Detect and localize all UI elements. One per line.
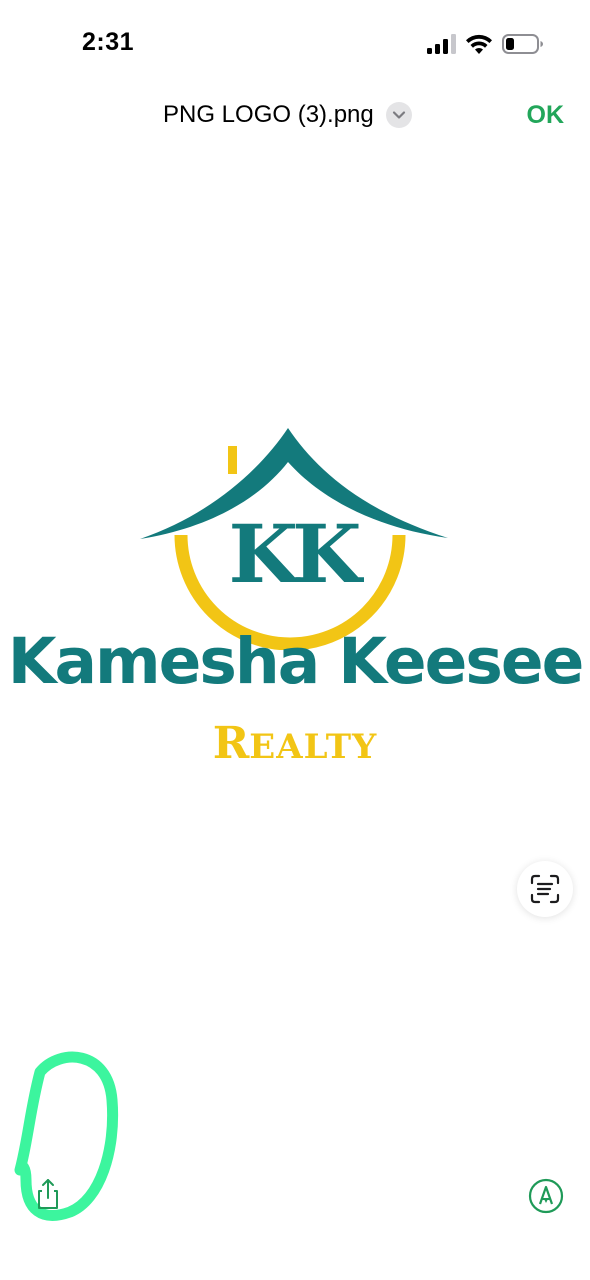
markup-pen-icon xyxy=(528,1178,564,1214)
file-title-menu[interactable]: PNG LOGO (3).png xyxy=(163,92,412,138)
image-preview: KK Kamesha Keesee REALTY xyxy=(0,400,590,780)
logo-name: Kamesha Keesee xyxy=(7,625,585,698)
annotation-circle xyxy=(14,1051,119,1221)
logo-subtitle-initial: R xyxy=(212,718,250,769)
ok-button[interactable]: OK xyxy=(527,92,565,138)
live-text-icon xyxy=(530,874,560,904)
wifi-icon xyxy=(466,34,492,54)
live-text-button[interactable] xyxy=(517,861,573,917)
logo-subtitle: REALTY xyxy=(0,722,590,766)
nav-bar: PNG LOGO (3).png OK xyxy=(0,92,590,138)
cellular-signal-icon xyxy=(427,34,456,54)
file-title: PNG LOGO (3).png xyxy=(163,101,374,128)
status-icons xyxy=(426,32,544,56)
status-time: 2:31 xyxy=(82,28,135,56)
logo-subtitle-rest: EALTY xyxy=(249,727,378,767)
logo-house-emblem: KK xyxy=(140,428,448,650)
logo-monogram: KK xyxy=(228,507,364,601)
chevron-down-icon[interactable] xyxy=(385,102,412,128)
battery-icon xyxy=(502,34,543,54)
share-button[interactable] xyxy=(30,1172,66,1216)
markup-button[interactable] xyxy=(527,1177,565,1215)
status-bar: 2:31 xyxy=(0,0,590,88)
share-icon xyxy=(38,1179,58,1209)
